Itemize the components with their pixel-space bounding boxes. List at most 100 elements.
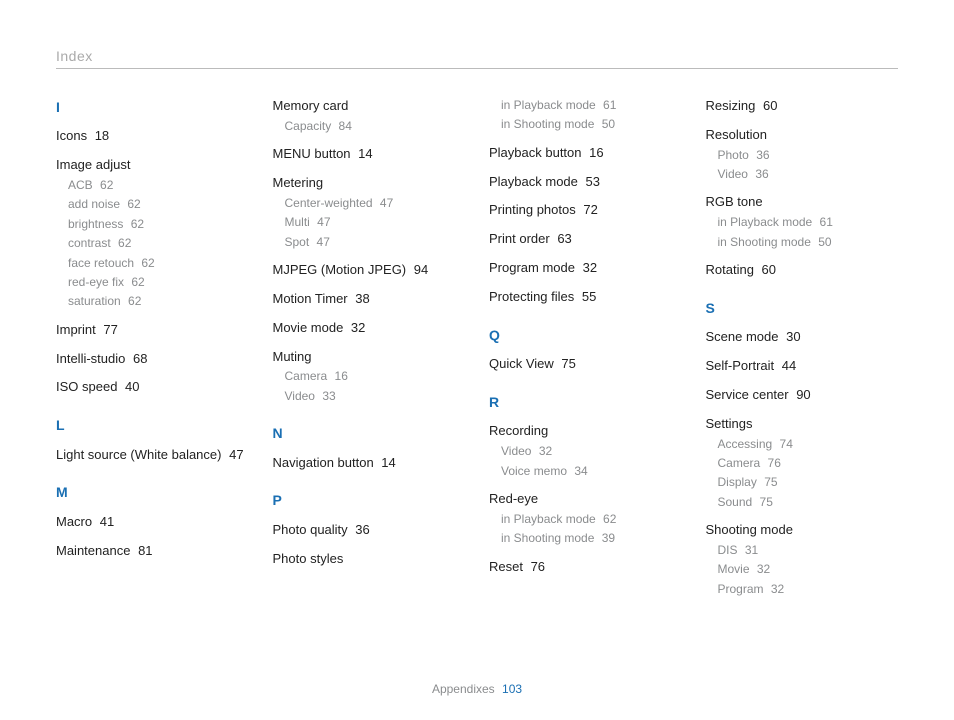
index-group-label[interactable]: Red-eye: [489, 490, 682, 509]
index-entry-page: 18: [91, 128, 109, 143]
index-entry-page: 53: [582, 174, 600, 189]
index-group-label[interactable]: Shooting mode: [706, 521, 899, 540]
index-entry[interactable]: Intelli-studio 68: [56, 350, 249, 369]
index-group-label[interactable]: Image adjust: [56, 156, 249, 175]
index-letter: M: [56, 482, 249, 502]
index-entry[interactable]: Protecting files 55: [489, 288, 682, 307]
index-subentry-label: Video: [501, 444, 531, 458]
index-entry-label: Intelli-studio: [56, 351, 125, 366]
index-group-label[interactable]: Settings: [706, 415, 899, 434]
index-entry-label: MENU button: [273, 146, 351, 161]
index-entry[interactable]: Program mode 32: [489, 259, 682, 278]
index-entry[interactable]: Reset 76: [489, 558, 682, 577]
index-subentry-page: 62: [600, 512, 617, 526]
index-group: Settings Accessing 74 Camera 76 Display 75 S…: [706, 415, 899, 511]
index-subentry[interactable]: Program 32: [718, 581, 899, 598]
index-entry-page: 76: [527, 559, 545, 574]
index-subentry[interactable]: in Shooting mode 50: [718, 234, 899, 251]
index-entry[interactable]: MJPEG (Motion JPEG) 94: [273, 261, 466, 280]
index-entry[interactable]: Printing photos 72: [489, 201, 682, 220]
index-entry[interactable]: Icons 18: [56, 127, 249, 146]
index-entry-page: 32: [579, 260, 597, 275]
index-subentry-page: 36: [753, 148, 770, 162]
index-subentry[interactable]: Accessing 74: [718, 436, 899, 453]
index-entry[interactable]: Motion Timer 38: [273, 290, 466, 309]
index-subentry-label: Spot: [285, 235, 310, 249]
index-group-label[interactable]: RGB tone: [706, 193, 899, 212]
index-letter: Q: [489, 325, 682, 345]
index-subentry[interactable]: Photo 36: [718, 147, 899, 164]
index-subentry[interactable]: Multi 47: [285, 214, 466, 231]
index-subentry[interactable]: in Shooting mode 50: [501, 116, 682, 133]
index-entry[interactable]: MENU button 14: [273, 145, 466, 164]
index-entry-page: 60: [758, 262, 776, 277]
index-entry[interactable]: Resizing 60: [706, 97, 899, 116]
index-entry[interactable]: Self-Portrait 44: [706, 357, 899, 376]
index-group-label[interactable]: Memory card: [273, 97, 466, 116]
index-subentry-page: 62: [125, 294, 142, 308]
index-subentry[interactable]: in Playback mode 61: [501, 97, 682, 114]
index-group: Resolution Photo 36 Video 36: [706, 126, 899, 184]
index-entry[interactable]: Print order 63: [489, 230, 682, 249]
index-entry[interactable]: Maintenance 81: [56, 542, 249, 561]
index-entry[interactable]: Movie mode 32: [273, 319, 466, 338]
index-subentry[interactable]: Display 75: [718, 474, 899, 491]
index-subentry[interactable]: saturation 62: [68, 293, 249, 310]
index-entry[interactable]: Quick View 75: [489, 355, 682, 374]
index-subentry[interactable]: red-eye fix 62: [68, 274, 249, 291]
index-subentry[interactable]: ACB 62: [68, 177, 249, 194]
index-entry[interactable]: ISO speed 40: [56, 378, 249, 397]
index-subentry-label: ACB: [68, 178, 93, 192]
index-subentry[interactable]: Spot 47: [285, 234, 466, 251]
index-subentry-label: in Shooting mode: [501, 117, 594, 131]
index-entry[interactable]: Rotating 60: [706, 261, 899, 280]
index-entry-page: 40: [121, 379, 139, 394]
index-subentry[interactable]: contrast 62: [68, 235, 249, 252]
index-entry-page: 94: [410, 262, 428, 277]
index-subentry[interactable]: Center-weighted 47: [285, 195, 466, 212]
index-column: in Playback mode 61 in Shooting mode 50 Pl…: [489, 97, 682, 608]
index-group-label[interactable]: Recording: [489, 422, 682, 441]
index-subentry[interactable]: in Playback mode 61: [718, 214, 899, 231]
index-entry-page: 68: [129, 351, 147, 366]
index-entry[interactable]: Playback button 16: [489, 144, 682, 163]
index-subentry-page: 47: [377, 196, 394, 210]
index-subentry-label: in Playback mode: [501, 512, 596, 526]
index-entry[interactable]: Macro 41: [56, 513, 249, 532]
index-subentry[interactable]: Capacity 84: [285, 118, 466, 135]
index-subentry[interactable]: Sound 75: [718, 494, 899, 511]
index-subentry[interactable]: Camera 76: [718, 455, 899, 472]
index-subentry[interactable]: Voice memo 34: [501, 463, 682, 480]
index-subentry[interactable]: Movie 32: [718, 561, 899, 578]
index-group-label[interactable]: Metering: [273, 174, 466, 193]
index-entry-label: Playback mode: [489, 174, 578, 189]
index-subentry-page: 50: [598, 117, 615, 131]
index-entry[interactable]: Photo quality 36: [273, 521, 466, 540]
index-subentry[interactable]: in Playback mode 62: [501, 511, 682, 528]
index-entry-label: Navigation button: [273, 455, 374, 470]
index-subentry-label: Program: [718, 582, 764, 596]
index-entry[interactable]: Navigation button 14: [273, 454, 466, 473]
index-group: Image adjust ACB 62 add noise 62 brightness…: [56, 156, 249, 311]
index-letter: P: [273, 490, 466, 510]
index-entry-label: Reset: [489, 559, 523, 574]
index-subentry[interactable]: Video 33: [285, 388, 466, 405]
index-subentry[interactable]: add noise 62: [68, 196, 249, 213]
index-subentry[interactable]: Camera 16: [285, 368, 466, 385]
index-group-label[interactable]: Muting: [273, 348, 466, 367]
index-entry[interactable]: Imprint 77: [56, 321, 249, 340]
index-subentry[interactable]: face retouch 62: [68, 255, 249, 272]
index-entry-label: Printing photos: [489, 202, 576, 217]
index-entry[interactable]: Photo styles: [273, 550, 466, 569]
index-subentry[interactable]: DIS 31: [718, 542, 899, 559]
index-subentry[interactable]: Video 32: [501, 443, 682, 460]
index-entry[interactable]: Light source (White balance) 47: [56, 446, 249, 465]
index-subentry[interactable]: in Shooting mode 39: [501, 530, 682, 547]
index-subentry[interactable]: brightness 62: [68, 216, 249, 233]
index-entry-page: 38: [352, 291, 370, 306]
index-entry[interactable]: Playback mode 53: [489, 173, 682, 192]
index-subentry[interactable]: Video 36: [718, 166, 899, 183]
index-group-label[interactable]: Resolution: [706, 126, 899, 145]
index-entry[interactable]: Service center 90: [706, 386, 899, 405]
index-entry[interactable]: Scene mode 30: [706, 328, 899, 347]
